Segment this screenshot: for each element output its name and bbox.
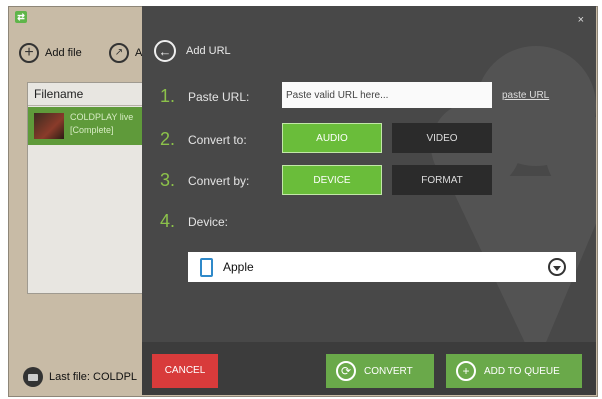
dialog-footer: CANCEL ⟳ CONVERT + ADD TO QUEUE: [142, 342, 596, 395]
back-arrow-icon: ←: [158, 43, 172, 59]
back-button[interactable]: ←: [154, 40, 176, 62]
device-option-button[interactable]: DEVICE: [282, 165, 382, 195]
url-input[interactable]: [282, 82, 492, 108]
step-label: Device:: [188, 215, 229, 229]
file-name: COLDPLAY live: [70, 112, 134, 122]
app-logo-icon: ⇄: [15, 11, 27, 23]
dialog-title: Add URL: [186, 45, 231, 57]
video-thumbnail: [34, 113, 64, 139]
app-toolbar: + Add file ↗ A: [9, 37, 159, 77]
convert-refresh-icon: ⟳: [336, 361, 356, 381]
file-list-header: Filename: [28, 83, 148, 106]
device-select[interactable]: Apple: [188, 252, 576, 282]
format-option-button[interactable]: FORMAT: [392, 165, 492, 195]
file-status: [Complete]: [70, 125, 114, 135]
add-to-queue-label: ADD TO QUEUE: [484, 365, 560, 377]
video-option-button[interactable]: VIDEO: [392, 123, 492, 153]
chevron-down-icon: [548, 258, 566, 276]
file-list-item[interactable]: COLDPLAY live [Complete]: [28, 107, 148, 145]
add-file-label: Add file: [45, 47, 82, 59]
phone-icon: [200, 257, 213, 277]
convert-label: CONVERT: [364, 365, 413, 377]
file-list: Filename COLDPLAY live [Complete]: [27, 82, 149, 294]
share-icon: ↗: [109, 43, 129, 63]
step-label: Paste URL:: [188, 90, 250, 104]
paste-url-link[interactable]: paste URL: [502, 90, 549, 101]
app-footer: Last file: COLDPL: [23, 367, 137, 387]
plus-icon: +: [19, 43, 39, 63]
step-number: 1.: [160, 86, 176, 106]
close-button[interactable]: ×: [578, 14, 584, 26]
share-button[interactable]: ↗ A: [109, 43, 142, 63]
last-file-label: Last file: COLDPL: [49, 371, 138, 383]
step-number: 4.: [160, 211, 176, 231]
step-number: 2.: [160, 129, 176, 149]
device-selected-value: Apple: [223, 260, 254, 274]
step-number: 3.: [160, 170, 176, 190]
step-label: Convert to:: [188, 133, 247, 147]
audio-option-button[interactable]: AUDIO: [282, 123, 382, 153]
add-url-dialog: × ← Add URL 1. Paste URL: paste URL 2. C…: [142, 6, 596, 395]
add-to-queue-button[interactable]: + ADD TO QUEUE: [446, 354, 582, 388]
folder-icon[interactable]: [23, 367, 43, 387]
convert-button[interactable]: ⟳ CONVERT: [326, 354, 434, 388]
add-file-button[interactable]: + Add file: [19, 43, 82, 63]
cancel-button[interactable]: CANCEL: [152, 354, 218, 388]
step-label: Convert by:: [188, 174, 250, 188]
plus-icon: +: [456, 361, 476, 381]
